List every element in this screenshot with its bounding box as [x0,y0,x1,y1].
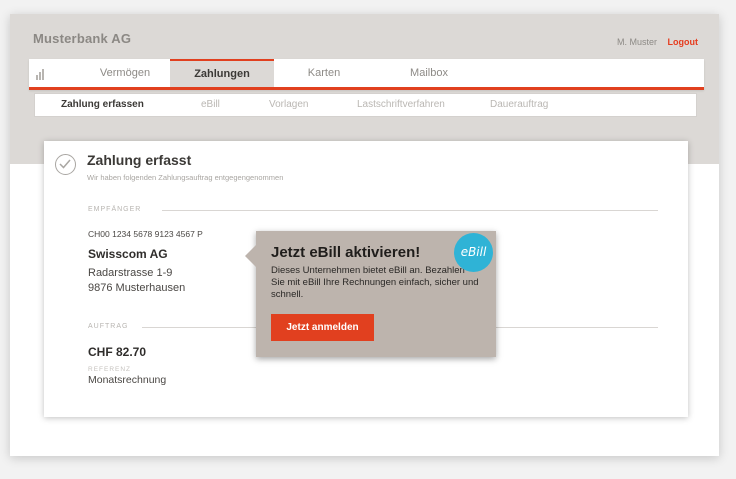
recipient-name: Swisscom AG [88,247,168,261]
sub-navigation: Zahlung erfassen eBill Vorlagen Lastschr… [34,93,697,117]
register-button[interactable]: Jetzt anmelden [271,314,374,341]
ebill-logo-icon: eBill [454,233,493,272]
user-name: M. Muster [616,37,657,47]
user-area: M. Muster Logout [617,37,698,47]
reference-value: Monatsrechnung [88,374,167,386]
popup-text: Dieses Unternehmen bietet eBill an. Beza… [271,265,479,300]
payment-amount: CHF 82.70 [88,345,147,359]
subnav-zahlung-erfassen[interactable]: Zahlung erfassen [61,94,144,116]
recipient-section-label: EMPFÄNGER [88,206,142,213]
subnav-ebill[interactable]: eBill [201,94,220,116]
recipient-iban: CH00 1234 5678 9123 4567 P [88,229,203,239]
logout-link[interactable]: Logout [668,37,699,47]
subnav-lastschriftverfahren[interactable]: Lastschriftverfahren [357,94,445,116]
bank-logo: Musterbank AG [33,31,132,46]
subnav-vorlagen[interactable]: Vorlagen [269,94,308,116]
subnav-dauerauftrag[interactable]: Dauerauftrag [490,94,548,116]
order-section-label: AUFTRAG [88,323,129,330]
tab-vermoegen[interactable]: Vermögen [73,59,177,87]
bar-chart-icon[interactable] [36,69,48,80]
reference-label: REFERENZ [88,366,132,373]
tab-mailbox[interactable]: Mailbox [377,59,481,87]
tab-zahlungen[interactable]: Zahlungen [170,59,274,87]
main-navigation: Vermögen Zahlungen Karten Mailbox [29,59,704,90]
confirmation-title: Zahlung erfasst [87,152,192,168]
recipient-address-line1: Radarstrasse 1-9 [88,267,173,279]
ebill-promo-popup: Jetzt eBill aktivieren! Dieses Unternehm… [245,231,496,357]
popup-title: Jetzt eBill aktivieren! [271,244,421,261]
popup-pointer [245,245,256,267]
confirmation-subtitle: Wir haben folgenden Zahlungsauftrag entg… [87,173,284,182]
tab-karten[interactable]: Karten [272,59,376,87]
recipient-address-line2: 9876 Musterhausen [88,282,186,294]
section-divider [162,210,658,211]
checkmark-circle-icon [55,154,76,175]
